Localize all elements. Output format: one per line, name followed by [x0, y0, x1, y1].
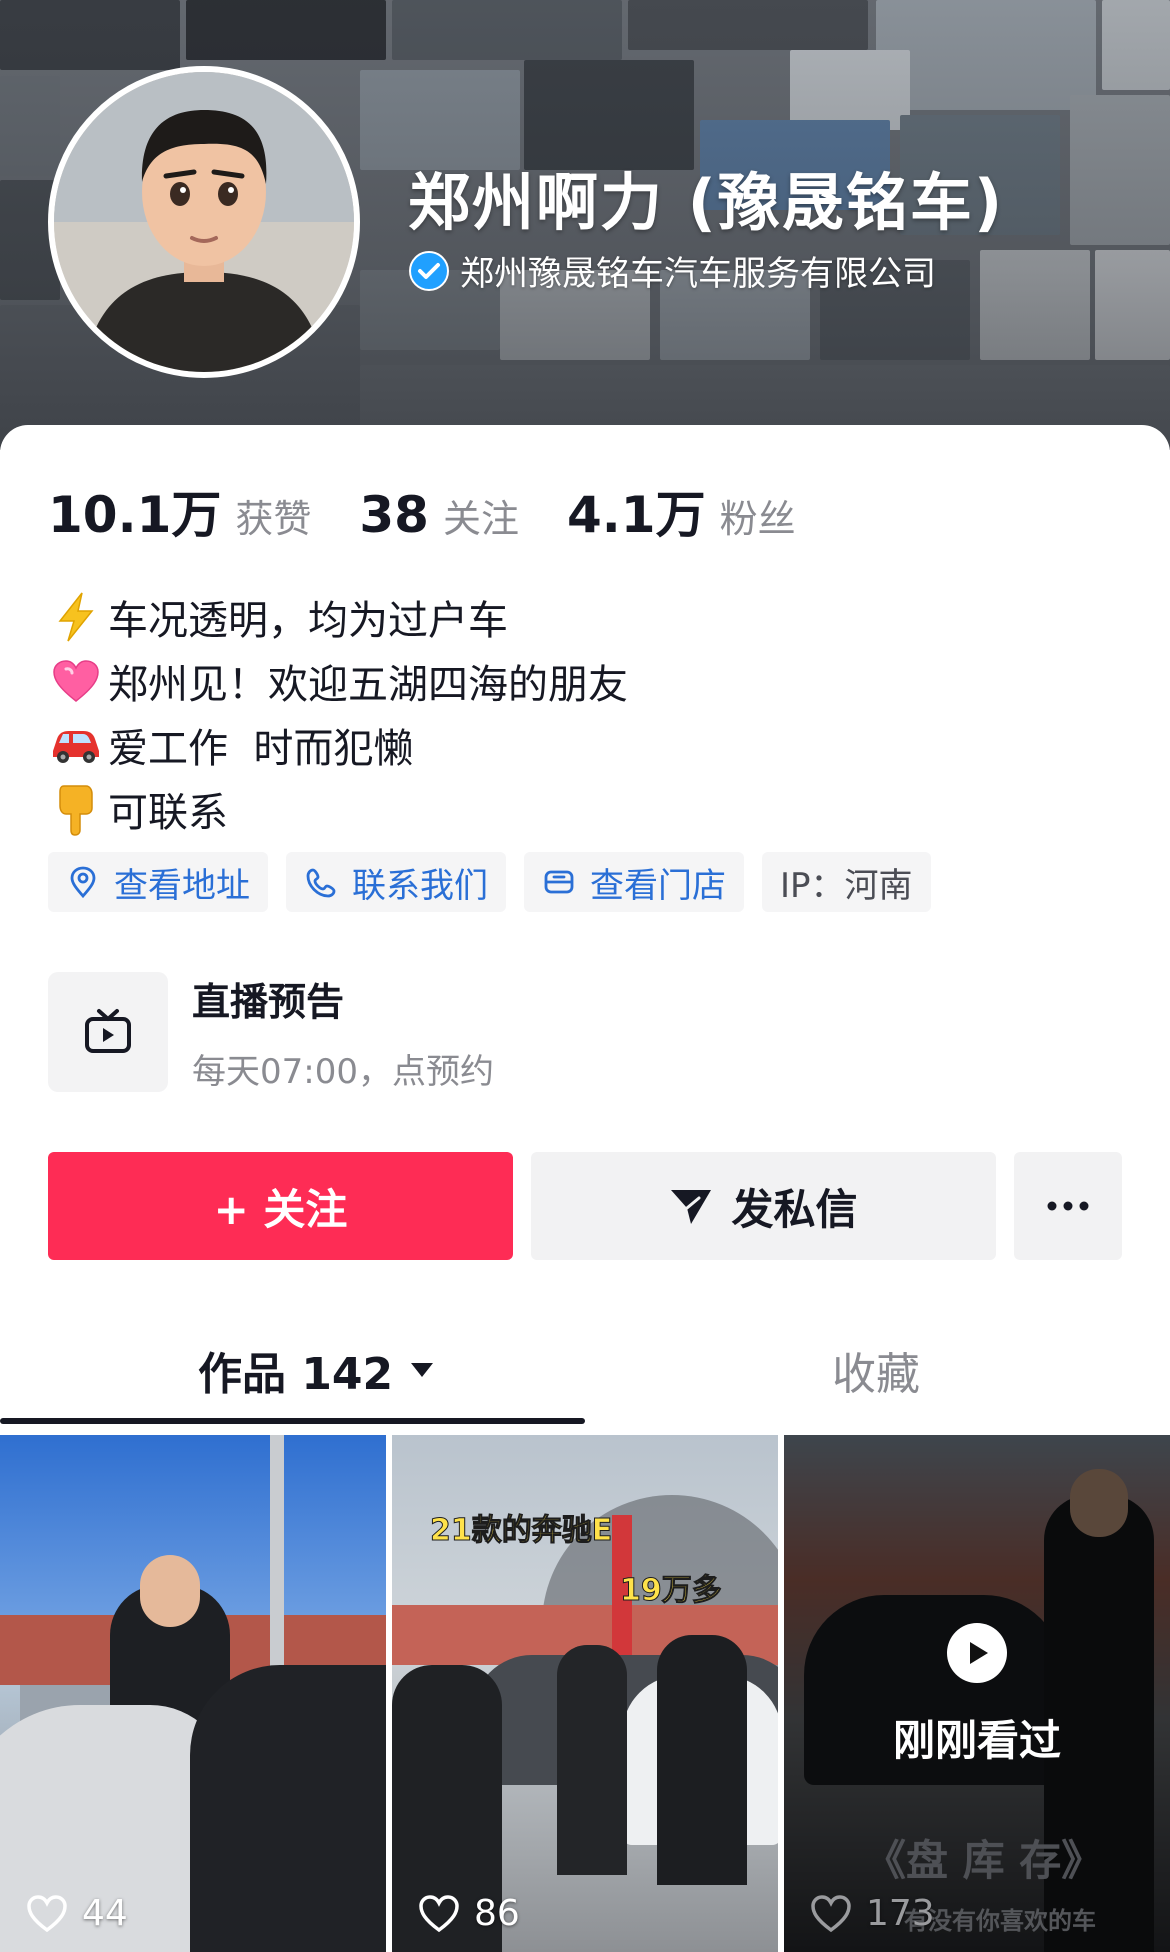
- tv-icon: [85, 1009, 131, 1053]
- tab-favorites-label: 收藏: [832, 1349, 920, 1400]
- more-button[interactable]: [1014, 1152, 1122, 1260]
- like-count-value: 173: [866, 1893, 935, 1934]
- company-name: 郑州豫晟铭车汽车服务有限公司: [460, 254, 936, 294]
- bio-line: 可联系: [48, 777, 628, 841]
- bio-text: 可联系: [108, 790, 228, 836]
- stat-following[interactable]: 38 关注: [359, 486, 519, 544]
- contact-us-label: 联系我们: [352, 865, 488, 906]
- heart-icon: [48, 653, 104, 709]
- view-address-label: 查看地址: [114, 865, 250, 906]
- bio-text: 车况透明，均为过户车: [108, 598, 508, 644]
- like-count-value: 44: [82, 1893, 128, 1934]
- avatar-cartoon-image: [54, 72, 354, 372]
- ip-location-label: IP：河南: [780, 865, 913, 906]
- tab-works[interactable]: 作品 142: [198, 1320, 435, 1420]
- send-message-label: 发私信: [731, 1184, 858, 1234]
- stat-followers-value: 4.1万: [567, 486, 706, 544]
- bio-text: 郑州见！欢迎五湖四海的朋友: [108, 662, 628, 708]
- content-tabs: 作品 142 收藏: [0, 1320, 1170, 1426]
- video-thumbnail[interactable]: 刚刚看过 《盘 库 存》 有没有你喜欢的车 173: [784, 1435, 1170, 1952]
- car-icon: [48, 717, 104, 773]
- lightning-icon: [48, 589, 104, 645]
- contact-us-button[interactable]: 联系我们: [286, 852, 506, 912]
- video-caption: 《盘 库 存》: [864, 1836, 1104, 1885]
- send-icon: [671, 1190, 712, 1224]
- heart-outline-icon: [419, 1894, 459, 1932]
- video-grid: 44 21款的奔驰E 19万多 86 刚刚看过 《盘 库 存》 有没有你喜欢的车…: [0, 1435, 1170, 1952]
- send-message-button[interactable]: 发私信: [531, 1152, 996, 1260]
- stat-likes-label: 获赞: [235, 497, 312, 541]
- stat-following-value: 38: [359, 486, 429, 544]
- bio-line: 车况透明，均为过户车: [48, 585, 628, 649]
- bio-line: 爱工作 时而犯懒: [48, 713, 628, 777]
- profile-stats: 10.1万 获赞 38 关注 4.1万 粉丝: [48, 475, 844, 547]
- video-thumbnail[interactable]: 21款的奔驰E 19万多 86: [392, 1435, 778, 1952]
- heart-outline-icon: [27, 1894, 67, 1932]
- like-count: 173: [810, 1893, 935, 1934]
- follow-label: + 关注: [213, 1184, 348, 1234]
- like-count-value: 86: [474, 1893, 520, 1934]
- video-thumbnail[interactable]: 44: [0, 1435, 386, 1952]
- live-title: 直播预告: [192, 980, 345, 1024]
- like-count: 86: [418, 1893, 520, 1934]
- caret-down-icon: [411, 1363, 434, 1377]
- follow-button[interactable]: + 关注: [48, 1152, 513, 1260]
- view-address-button[interactable]: 查看地址: [48, 852, 268, 912]
- more-dots-icon: [1047, 1201, 1089, 1211]
- bio: 车况透明，均为过户车 郑州见！欢迎五湖四海的朋友 爱工作 时而犯懒 可联系: [48, 585, 628, 841]
- heart-outline-icon: [811, 1894, 851, 1932]
- bio-text: 爱工作 时而犯懒: [108, 726, 414, 772]
- view-store-label: 查看门店: [590, 865, 726, 906]
- stat-followers[interactable]: 4.1万 粉丝: [567, 475, 796, 547]
- stat-following-label: 关注: [442, 497, 519, 541]
- live-schedule: 每天07:00，点预约: [192, 1052, 494, 1092]
- stat-likes-value: 10.1万: [48, 486, 222, 544]
- profile-name: 郑州啊力 (豫晟铭车): [408, 166, 1005, 239]
- recently-watched-label: 刚刚看过: [892, 1716, 1061, 1765]
- verified-company[interactable]: 郑州豫晟铭车汽车服务有限公司: [408, 246, 936, 295]
- profile-links: 查看地址 联系我们 查看门店 IP：河南: [48, 852, 931, 912]
- live-icon-box: [48, 972, 168, 1092]
- video-caption: 19万多: [620, 1573, 723, 1609]
- location-pin-icon: [70, 866, 96, 899]
- play-icon: [947, 1623, 1007, 1683]
- bio-line: 郑州见！欢迎五湖四海的朋友: [48, 649, 628, 713]
- store-icon: [544, 870, 574, 894]
- like-count: 44: [26, 1893, 128, 1934]
- view-store-button[interactable]: 查看门店: [524, 852, 744, 912]
- profile-cover: 郑州啊力 (豫晟铭车) 郑州豫晟铭车汽车服务有限公司: [0, 0, 1170, 450]
- live-preview[interactable]: 直播预告 每天07:00，点预约: [48, 972, 748, 1092]
- active-tab-indicator: [0, 1418, 585, 1424]
- video-caption: 21款的奔驰E: [429, 1513, 613, 1549]
- phone-link-icon: [306, 868, 336, 898]
- avatar[interactable]: [48, 66, 360, 378]
- verified-badge-icon: [409, 250, 449, 291]
- tab-favorites[interactable]: 收藏: [832, 1320, 920, 1420]
- pointing-down-icon: [48, 781, 104, 837]
- profile-actions: + 关注 发私信: [48, 1152, 1122, 1260]
- profile-info-card: 10.1万 获赞 38 关注 4.1万 粉丝 车况透明，均为过户车 郑州见！欢迎…: [0, 425, 1170, 1952]
- stat-followers-label: 粉丝: [719, 497, 796, 541]
- ip-location-tag: IP：河南: [762, 852, 931, 912]
- stat-likes[interactable]: 10.1万 获赞: [48, 475, 311, 547]
- tab-works-label: 作品 142: [198, 1349, 394, 1400]
